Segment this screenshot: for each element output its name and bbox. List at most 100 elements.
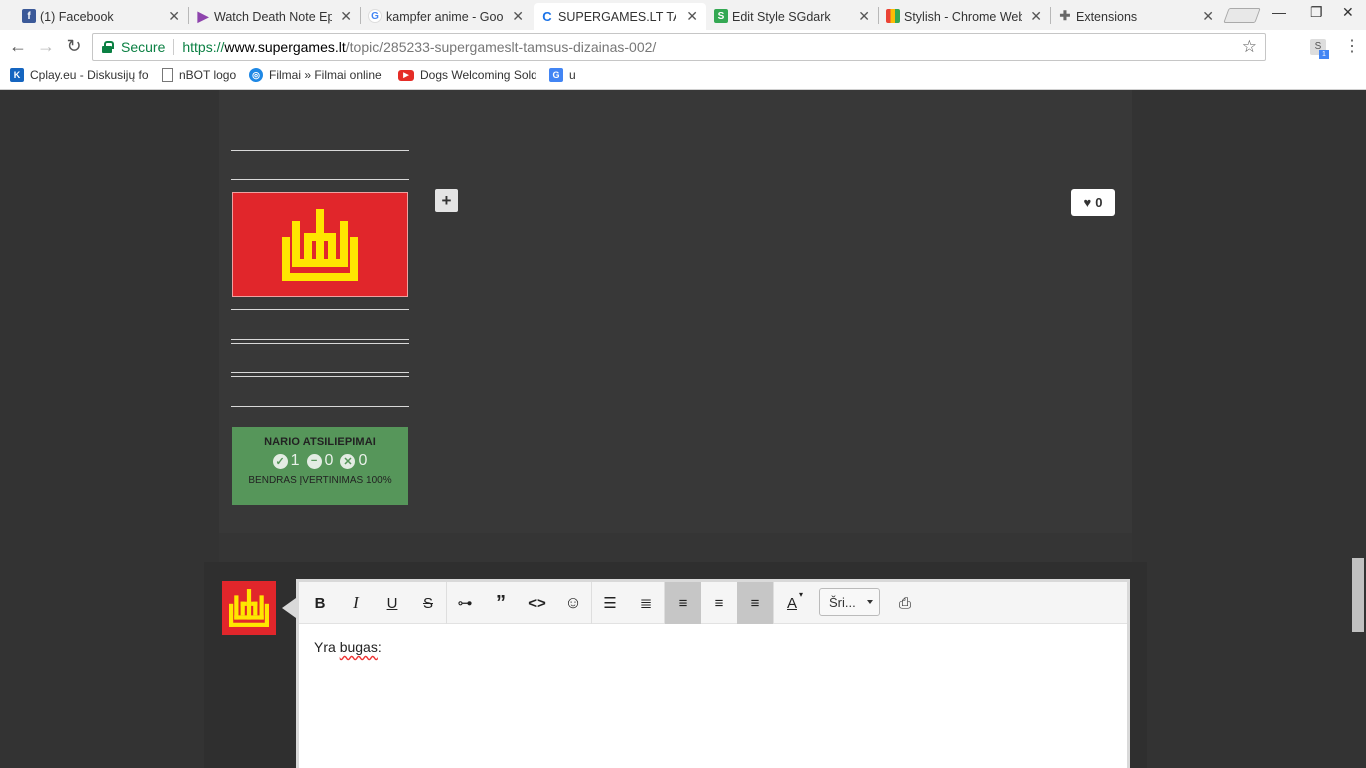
tab-death-note[interactable]: ▶ Watch Death Note Ep ✕ [190,3,360,30]
forward-arrow-icon[interactable]: → [36,36,56,57]
underline-button[interactable]: U [374,582,410,624]
numbered-list-button[interactable]: ≣ [628,582,664,624]
bullet-list-button[interactable]: ☰ [592,582,628,624]
positive-count: 1 [290,452,300,469]
smiley-icon: ☺ [564,593,582,612]
bookmark-label: Dogs Welcoming Sold [420,68,536,82]
page-scrollbar-thumb[interactable] [1352,558,1364,632]
misspelled-word: bugas [339,639,378,655]
quote-button[interactable]: ” [483,582,519,624]
negative-count: 0 [358,452,368,469]
url-scheme: https:// [182,39,225,55]
expand-plus-button[interactable]: + [435,189,458,212]
bookmark-filmai[interactable]: ◎ Filmai » Filmai online [249,68,387,82]
restore-icon[interactable]: ❐ [1310,4,1323,21]
tab-facebook[interactable]: f (1) Facebook ✕ [16,3,188,30]
close-icon[interactable]: ✕ [686,8,698,25]
bookmark-dogs-video[interactable]: ▶ Dogs Welcoming Sold [398,68,536,82]
bookmarks-bar: K Cplay.eu - Diskusijų fo nBOT logo ◎ Fi… [0,64,1366,90]
editor-text-area[interactable]: Yra bugas: [314,639,382,655]
bookmark-translate[interactable]: G u [549,68,589,82]
tab-title: Extensions [1076,9,1138,24]
extension-badge: 1 [1319,50,1329,59]
close-icon[interactable]: ✕ [858,8,870,25]
bold-icon: B [314,594,326,612]
tab-title: Edit Style SGdark [732,9,831,24]
author-info-divider [231,339,409,340]
close-icon[interactable]: ✕ [340,8,352,25]
font-select-value: Šri... [829,594,856,610]
address-bar[interactable]: Secure https://www.supergames.lt/topic/2… [92,33,1266,61]
link-button[interactable]: ⊶ [447,582,483,624]
heart-icon: ♥ [1083,195,1092,210]
more-menu-icon[interactable]: ⋮ [1344,36,1360,56]
close-icon[interactable]: ✕ [168,8,180,25]
editor-text: : [377,639,382,655]
strikethrough-icon: S [422,594,433,612]
tab-edit-style[interactable]: S Edit Style SGdark ✕ [708,3,878,30]
tab-title: (1) Facebook [40,9,114,24]
back-arrow-icon[interactable]: ← [8,36,28,57]
bookmark-cplay[interactable]: K Cplay.eu - Diskusijų fo [10,68,148,82]
bookmark-label: u [569,68,576,82]
font-family-select[interactable]: Šri... [819,588,880,616]
like-count: 0 [1095,195,1103,210]
secure-label[interactable]: Secure [121,39,165,55]
italic-button[interactable]: I [338,582,374,624]
italic-icon: I [353,593,359,612]
minimize-icon[interactable]: — [1272,4,1286,20]
bookmark-star-icon[interactable]: ☆ [1242,37,1257,57]
close-window-icon[interactable]: ✕ [1342,4,1354,21]
filmai-icon: ◎ [249,68,263,82]
neutral-count: 0 [324,452,334,469]
close-icon[interactable]: ✕ [1202,8,1214,25]
code-icon: <> [528,594,546,612]
align-left-button[interactable]: ≡ [665,582,701,624]
preview-button[interactable]: ⎙ [887,582,923,624]
align-center-button[interactable]: ≡ [701,582,737,624]
check-circle-icon: ✓ [272,453,288,469]
author-info-divider [231,406,409,407]
text-color-button[interactable]: A ▾ [774,582,810,624]
numbered-list-icon: ≣ [639,595,653,612]
strikethrough-button[interactable]: S [410,582,446,624]
close-icon[interactable]: ✕ [1030,8,1042,25]
tab-separator [188,7,189,24]
editor-pointer-arrow [282,598,296,618]
tab-title: Stylish - Chrome Web [904,9,1022,24]
page-icon [162,68,173,82]
tab-separator [360,7,361,24]
browser-toolbar: ← → ↻ Secure https://www.supergames.lt/t… [0,30,1366,64]
chevron-down-icon [867,600,873,604]
dropdown-caret-icon: ▾ [798,590,803,599]
close-icon[interactable]: ✕ [512,8,524,25]
code-button[interactable]: <> [519,582,555,624]
url-path: /topic/285233-supergameslt-tamsus-dizain… [345,39,657,55]
reload-icon[interactable]: ↻ [64,36,84,57]
tab-supergames-active[interactable]: C SUPERGAMES.LT TA ✕ [534,3,706,30]
author-info-divider [231,372,409,373]
like-button[interactable]: ♥ 0 [1071,189,1115,216]
tab-title: SUPERGAMES.LT TA [558,9,676,24]
tab-strip: f (1) Facebook ✕ ▶ Watch Death Note Ep ✕… [0,0,1366,30]
link-icon: ⊶ [457,595,473,612]
new-tab-button[interactable] [1223,8,1261,23]
author-avatar-flag[interactable] [232,192,408,297]
reputation-title: NARIO ATSILIEPIMAI [264,436,376,448]
facebook-icon: f [22,9,36,23]
align-right-button[interactable]: ≡ [737,582,773,624]
bookmark-nbot-logo[interactable]: nBOT logo [162,68,242,82]
overall-rating: BENDRAS ĮVERTINIMAS 100% [248,475,392,486]
tab-google-search[interactable]: G kampfer anime - Goo ✕ [362,3,532,30]
emoji-button[interactable]: ☺ [555,582,591,624]
youtube-icon: ▶ [398,69,414,81]
bookmark-label: Cplay.eu - Diskusijų fo [30,68,148,82]
plus-icon: + [441,190,452,210]
puzzle-icon: ✚ [1059,8,1071,23]
tab-title: kampfer anime - Goo [386,9,504,24]
reputation-counts: ✓ 1 − 0 ✕ 0 [232,452,408,470]
tab-chrome-web-store[interactable]: Stylish - Chrome Web ✕ [880,3,1050,30]
tab-extensions[interactable]: ✚ Extensions ✕ [1052,3,1222,30]
translate-icon: G [549,68,563,82]
bold-button[interactable]: B [302,582,338,624]
